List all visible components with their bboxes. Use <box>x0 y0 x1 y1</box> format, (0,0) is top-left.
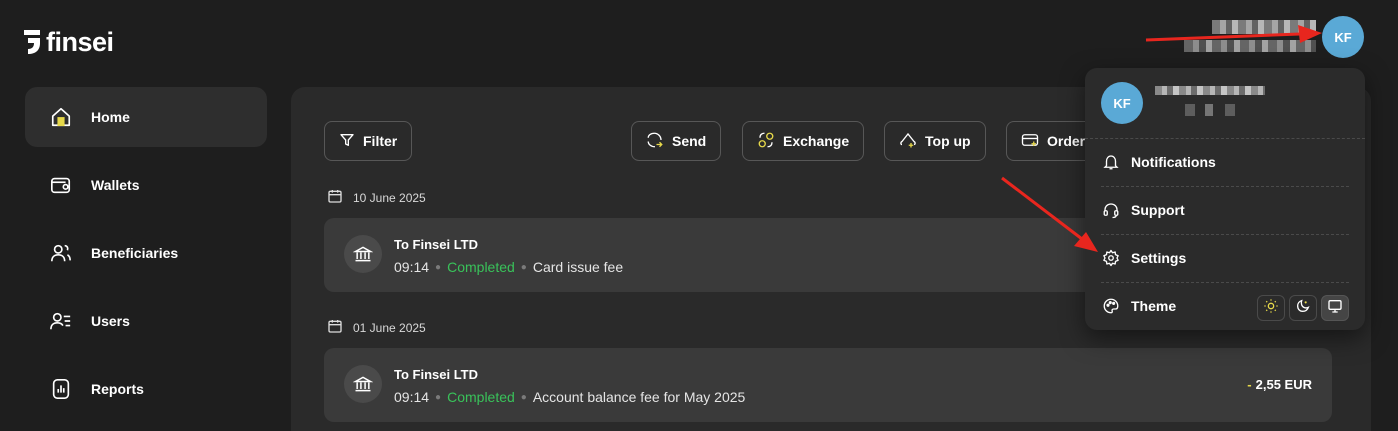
user-menu-dropdown: KF Notifications Support Settings Theme <box>1085 68 1365 330</box>
report-icon <box>49 377 73 401</box>
logo-text: finsei <box>46 26 114 57</box>
bank-icon <box>344 235 382 273</box>
sidebar-nav: Home Wallets Beneficiaries Users Reports <box>25 87 267 427</box>
transaction-title: To Finsei LTD <box>394 367 479 382</box>
menu-item-label: Notifications <box>1131 154 1216 170</box>
filter-label: Filter <box>363 133 398 149</box>
user-list-icon <box>49 309 73 333</box>
menu-item-label: Settings <box>1131 250 1187 266</box>
card-icon <box>1021 131 1039 152</box>
menu-item-notifications[interactable]: Notifications <box>1101 139 1349 185</box>
transaction-time: 09:14 <box>394 389 430 405</box>
moon-icon <box>1295 298 1311 319</box>
theme-toggle-group <box>1257 295 1349 321</box>
topup-label: Top up <box>925 133 971 149</box>
transaction-status: Completed <box>447 389 515 405</box>
avatar-initials: KF <box>1334 29 1352 45</box>
user-name-redacted <box>1184 20 1316 54</box>
send-icon <box>646 131 664 152</box>
headset-icon <box>1101 200 1121 220</box>
finsei-logo-icon <box>24 30 40 54</box>
sidebar-item-home[interactable]: Home <box>25 87 267 147</box>
transaction-meta: 09:14 ● Completed ● Account balance fee … <box>394 389 746 405</box>
send-button[interactable]: Send <box>631 121 722 161</box>
theme-light-button[interactable] <box>1257 295 1285 321</box>
calendar-icon <box>327 188 343 207</box>
sidebar-item-wallets[interactable]: Wallets <box>25 155 267 215</box>
users-icon <box>49 241 73 265</box>
topup-icon <box>899 131 917 152</box>
calendar-icon <box>327 318 343 337</box>
wallet-icon <box>49 173 73 197</box>
topup-button[interactable]: Top up <box>884 121 986 161</box>
sidebar-item-reports[interactable]: Reports <box>25 359 267 419</box>
bell-icon <box>1101 152 1121 172</box>
amount-value: 2,55 EUR <box>1255 377 1312 392</box>
finsei-logo[interactable]: finsei <box>24 26 114 57</box>
send-label: Send <box>672 133 707 149</box>
transaction-title: To Finsei LTD <box>394 237 479 252</box>
menu-item-label: Support <box>1131 202 1185 218</box>
exchange-icon <box>757 131 775 152</box>
exchange-label: Exchange <box>783 133 850 149</box>
sidebar-item-label: Beneficiaries <box>91 245 179 261</box>
menu-item-theme: Theme <box>1101 283 1255 329</box>
sidebar-item-label: Home <box>91 109 130 125</box>
theme-dark-button[interactable] <box>1289 295 1317 321</box>
order-button[interactable]: Order <box>1006 121 1096 161</box>
transaction-meta: 09:14 ● Completed ● Card issue fee <box>394 259 624 275</box>
menu-item-support[interactable]: Support <box>1101 187 1349 233</box>
sidebar-item-beneficiaries[interactable]: Beneficiaries <box>25 223 267 283</box>
theme-system-button[interactable] <box>1321 295 1349 321</box>
date-header: 01 June 2025 <box>327 318 426 337</box>
menu-avatar: KF <box>1101 82 1143 124</box>
order-label: Order <box>1047 133 1086 149</box>
filter-icon <box>339 132 355 151</box>
date-header: 10 June 2025 <box>327 188 426 207</box>
sidebar-item-users[interactable]: Users <box>25 291 267 351</box>
sidebar-item-label: Reports <box>91 381 144 397</box>
home-icon <box>49 105 73 129</box>
gear-icon <box>1101 248 1121 268</box>
sidebar-item-label: Users <box>91 313 130 329</box>
bank-icon <box>344 365 382 403</box>
transaction-row[interactable]: To Finsei LTD 09:14 ● Completed ● Accoun… <box>324 348 1332 422</box>
user-avatar-button[interactable]: KF <box>1322 16 1364 58</box>
transaction-time: 09:14 <box>394 259 430 275</box>
palette-icon <box>1101 296 1121 316</box>
avatar-initials: KF <box>1113 95 1131 111</box>
monitor-icon <box>1327 298 1343 319</box>
amount-sign: - <box>1247 377 1252 392</box>
filter-button[interactable]: Filter <box>324 121 413 161</box>
transaction-description: Card issue fee <box>532 259 624 275</box>
transaction-description: Account balance fee for May 2025 <box>532 389 746 405</box>
exchange-button[interactable]: Exchange <box>742 121 865 161</box>
sun-icon <box>1263 298 1279 319</box>
transaction-status: Completed <box>447 259 515 275</box>
menu-item-settings[interactable]: Settings <box>1101 235 1349 281</box>
date-label: 01 June 2025 <box>353 320 426 335</box>
transaction-amount: -2,55 EUR <box>1247 377 1312 392</box>
date-label: 10 June 2025 <box>353 190 426 205</box>
menu-item-label: Theme <box>1131 298 1177 314</box>
sidebar-item-label: Wallets <box>91 177 140 193</box>
